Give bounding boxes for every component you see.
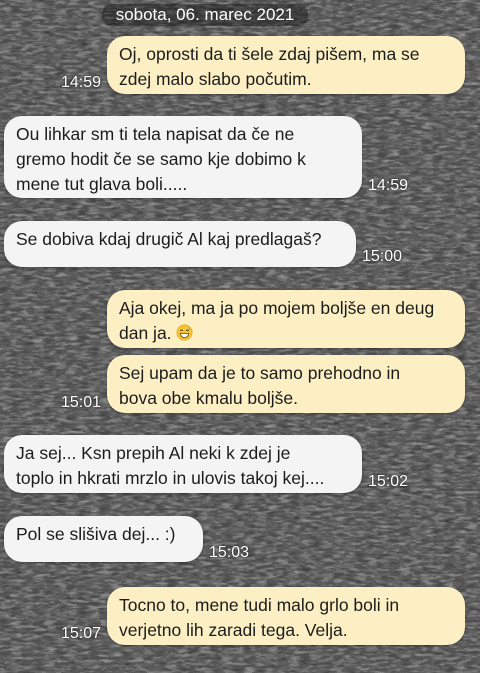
message-text: Tocno to, mene tudi malo grlo boli in ve… bbox=[119, 595, 400, 640]
message-timestamp: 15:03 bbox=[209, 544, 250, 561]
message-text: Pol se slišiva dej... :) bbox=[16, 524, 176, 544]
incoming-message-bubble[interactable]: Pol se slišiva dej... :) bbox=[4, 516, 203, 562]
date-separator: sobota, 06. marec 2021 bbox=[102, 4, 308, 26]
outgoing-message-bubble[interactable]: Sej upam da je to samo prehodno in bova … bbox=[107, 355, 465, 413]
grinning-sweat-emoji bbox=[176, 324, 193, 341]
message-text: Ou lihkar sm ti tela napisat da če ne gr… bbox=[16, 124, 306, 194]
message-timestamp: 15:01 bbox=[61, 394, 102, 411]
message-text: Ja sej... Ksn prepih Al neki k zdej je t… bbox=[16, 443, 325, 488]
message-timestamp: 15:00 bbox=[362, 248, 403, 265]
incoming-message-bubble[interactable]: Ou lihkar sm ti tela napisat da če ne gr… bbox=[4, 116, 362, 198]
message-text: Oj, oprosti da ti šele zdaj pišem, ma se… bbox=[119, 44, 420, 89]
message-timestamp: 14:59 bbox=[61, 74, 102, 91]
message-timestamp: 14:59 bbox=[368, 177, 409, 194]
outgoing-message-bubble[interactable]: Aja okej, ma ja po mojem boljše en deug … bbox=[107, 290, 465, 348]
message-timestamp: 15:02 bbox=[368, 473, 409, 490]
incoming-message-bubble[interactable]: Ja sej... Ksn prepih Al neki k zdej je t… bbox=[4, 435, 362, 493]
outgoing-message-bubble[interactable]: Tocno to, mene tudi malo grlo boli in ve… bbox=[107, 587, 465, 645]
outgoing-message-bubble[interactable]: Oj, oprosti da ti šele zdaj pišem, ma se… bbox=[107, 36, 465, 94]
message-timestamp: 15:07 bbox=[61, 625, 102, 642]
incoming-message-bubble[interactable]: Se dobiva kdaj drugič Al kaj predlagaš? bbox=[4, 221, 356, 267]
message-text: Se dobiva kdaj drugič Al kaj predlagaš? bbox=[16, 229, 322, 249]
message-text: Aja okej, ma ja po mojem boljše en deug … bbox=[119, 298, 435, 343]
message-text: Sej upam da je to samo prehodno in bova … bbox=[119, 363, 401, 408]
